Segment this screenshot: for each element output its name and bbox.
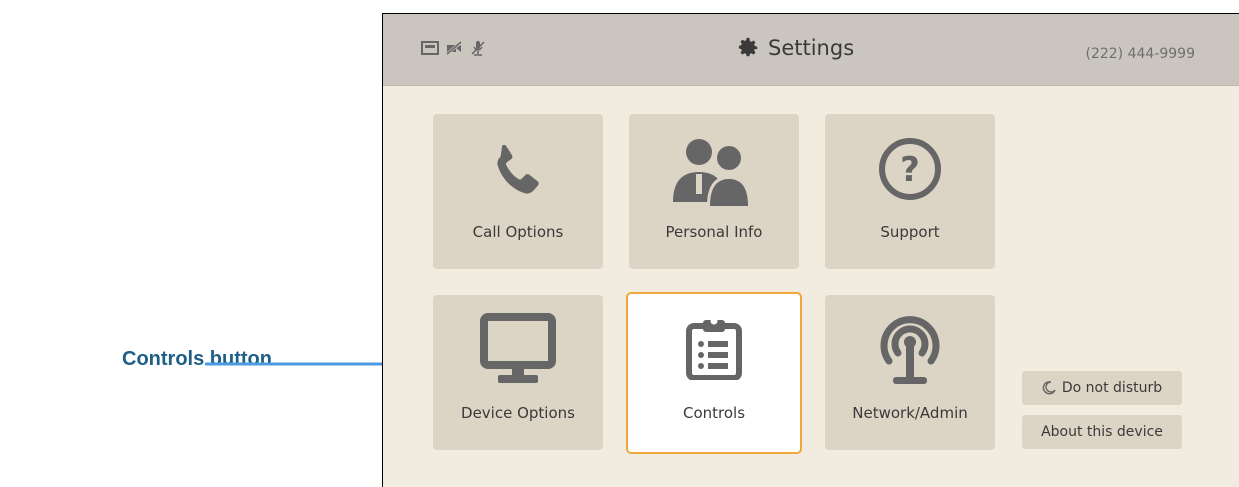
network-admin-button[interactable]: Network/Admin [825,295,995,450]
controls-button[interactable]: Controls [626,292,802,454]
personal-info-label: Personal Info [665,223,763,241]
device-options-button[interactable]: Device Options [433,295,603,450]
svg-text:?: ? [900,150,920,190]
network-admin-label: Network/Admin [852,404,968,422]
support-label: Support [880,223,940,241]
moon-icon [1042,381,1056,395]
header-bar: Settings (222) 444-9999 [383,14,1239,86]
support-button[interactable]: ? Support [825,114,995,269]
display-icon [421,41,439,55]
do-not-disturb-button[interactable]: Do not disturb [1022,371,1182,405]
controls-label: Controls [682,404,746,422]
call-options-button[interactable]: Call Options [433,114,603,269]
clipboard-icon [686,317,742,380]
device-options-label: Device Options [461,404,575,422]
mic-off-icon [471,41,485,56]
about-device-button[interactable]: About this device [1022,415,1182,449]
help-icon: ? [879,138,941,200]
phone-number: (222) 444-9999 [1085,46,1196,62]
page-title: Settings [738,36,854,60]
settings-screen: Settings (222) 444-9999 Call Options Per… [382,13,1239,487]
do-not-disturb-label: Do not disturb [1061,380,1163,396]
antenna-icon [880,316,940,384]
gear-icon [738,37,758,57]
people-icon [673,139,751,206]
monitor-icon [480,313,556,383]
personal-info-button[interactable]: Personal Info [629,114,799,269]
phone-icon [497,144,539,194]
call-options-label: Call Options [472,223,564,241]
status-icons [421,40,487,56]
title-text: Settings [768,36,855,60]
video-off-icon [446,41,462,55]
about-device-label: About this device [1041,424,1163,440]
